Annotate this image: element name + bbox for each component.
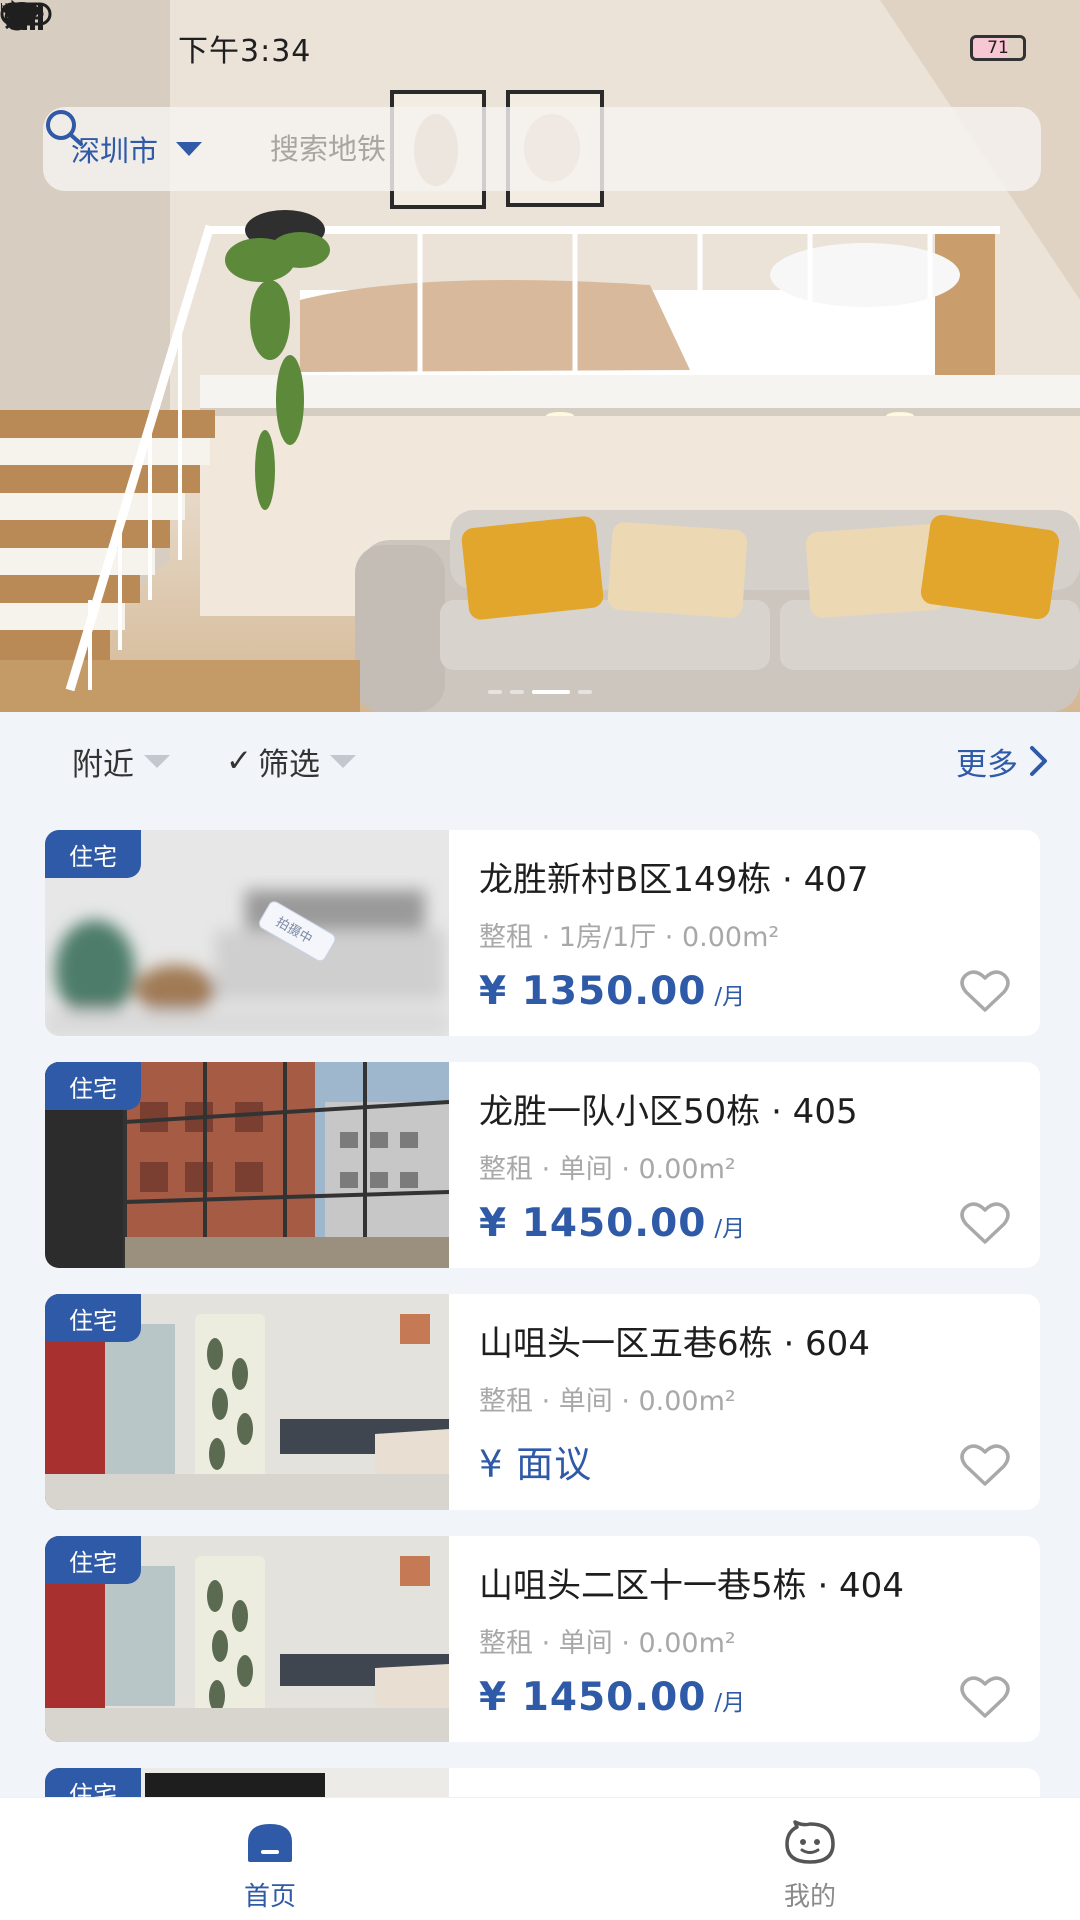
listing-photo: 拍摄中 住宅 bbox=[45, 830, 449, 1036]
listing-title: 龙胜新村B区149栋 · 407 bbox=[479, 860, 869, 900]
battery-icon: 71 bbox=[970, 35, 1026, 61]
nearby-label: 附近 bbox=[72, 746, 134, 783]
home-icon bbox=[248, 1824, 292, 1862]
heart-icon[interactable] bbox=[960, 1442, 1010, 1488]
listing-details: 整租 · 单间 · 0.00m² bbox=[479, 1628, 736, 1659]
hero-banner[interactable]: 下午3:34 HD HD 71 bbox=[0, 0, 1080, 712]
search-button[interactable] bbox=[46, 110, 1013, 173]
listing-details: 整租 · 单间 · 0.00m² bbox=[479, 1154, 736, 1185]
banner-pagination bbox=[0, 690, 1080, 694]
price-amount: ¥ 面议 bbox=[479, 1443, 593, 1486]
nearby-filter[interactable]: 附近 bbox=[72, 739, 170, 784]
listing-details: 整租 · 单间 · 0.00m² bbox=[479, 1386, 736, 1417]
city-selector[interactable]: 深圳市 bbox=[71, 128, 203, 170]
listing-card[interactable]: 住宅 龙胜一队小区50栋 · 405 整租 · 单间 · 0.00m² ¥ 14… bbox=[45, 1062, 1040, 1268]
listing-info: 山咀头二区十一巷5栋 · 404 整租 · 单间 · 0.00m² ¥ 1450… bbox=[449, 1536, 1040, 1742]
price-unit: /月 bbox=[714, 1216, 746, 1242]
listing-card[interactable]: 拍摄中 住宅 龙胜新村B区149栋 · 407 整租 · 1房/1厅 · 0.0… bbox=[45, 830, 1040, 1036]
filter-dropdown[interactable]: ✓ 筛选 bbox=[226, 739, 356, 784]
tab-home-label: 首页 bbox=[243, 1882, 296, 1912]
listing-title: 山咀头一区五巷6栋 · 604 bbox=[479, 1324, 870, 1364]
tab-home[interactable]: 首页 bbox=[0, 1798, 540, 1920]
listing-type-badge: 住宅 bbox=[45, 1536, 141, 1584]
listing-info: 山咀头一区五巷6栋 · 604 整租 · 单间 · 0.00m² ¥ 面议 bbox=[449, 1294, 1040, 1510]
listing-price: ¥ 1450.00 /月 bbox=[479, 1675, 745, 1720]
price-unit: /月 bbox=[714, 984, 746, 1010]
caret-down-icon bbox=[329, 754, 356, 768]
status-bar: 下午3:34 HD HD 71 bbox=[0, 0, 1080, 96]
listing-type-badge: 住宅 bbox=[45, 830, 141, 878]
price-amount: ¥ 1350.00 bbox=[479, 969, 707, 1014]
price-amount: ¥ 1450.00 bbox=[479, 1201, 707, 1246]
search-bar: 深圳市 bbox=[43, 107, 1041, 191]
price-amount: ¥ 1450.00 bbox=[479, 1675, 707, 1720]
listing-photo: 住宅 bbox=[45, 1062, 449, 1268]
check-icon: ✓ bbox=[226, 743, 252, 779]
bottom-tab-bar: 首页 我的 bbox=[0, 1797, 1080, 1920]
listing-title: 龙胜一队小区50栋 · 405 bbox=[479, 1092, 858, 1132]
listing-type-badge: 住宅 bbox=[45, 1062, 141, 1110]
listing-type-badge: 住宅 bbox=[45, 1294, 141, 1342]
tab-profile-label: 我的 bbox=[783, 1882, 836, 1912]
more-label: 更多 bbox=[956, 746, 1018, 783]
listing-photo: 住宅 bbox=[45, 1536, 449, 1742]
heart-icon[interactable] bbox=[960, 1200, 1010, 1246]
listing-photo: 住宅 bbox=[45, 1294, 449, 1510]
heart-icon[interactable] bbox=[960, 1674, 1010, 1720]
heart-icon[interactable] bbox=[960, 968, 1010, 1014]
listing-card[interactable]: 住宅 山咀头二区十一巷5栋 · 404 整租 · 单间 · 0.00m² ¥ 1… bbox=[45, 1536, 1040, 1742]
search-icon bbox=[46, 110, 83, 146]
caret-down-icon bbox=[176, 142, 203, 156]
listing-card[interactable]: 住宅 山咀头一区五巷6栋 · 604 整租 · 单间 · 0.00m² ¥ 面议 bbox=[45, 1294, 1040, 1510]
listing-price: ¥ 1450.00 /月 bbox=[479, 1201, 745, 1246]
pagination-dot bbox=[510, 690, 524, 694]
tab-profile[interactable]: 我的 bbox=[540, 1798, 1080, 1920]
profile-face-icon bbox=[785, 1820, 835, 1864]
listing-title: 山咀头二区十一巷5栋 · 404 bbox=[479, 1566, 904, 1606]
filter-label: 筛选 bbox=[257, 746, 320, 783]
status-time: 下午3:34 bbox=[178, 34, 312, 69]
chevron-right-icon bbox=[1030, 746, 1047, 776]
listing-list: 拍摄中 住宅 龙胜新村B区149栋 · 407 整租 · 1房/1厅 · 0.0… bbox=[45, 830, 1040, 1920]
more-button[interactable]: 更多 bbox=[956, 739, 1050, 784]
search-input[interactable] bbox=[270, 132, 965, 166]
filter-bar: 附近 ✓ 筛选 更多 bbox=[0, 712, 1080, 810]
listing-info: 龙胜一队小区50栋 · 405 整租 · 单间 · 0.00m² ¥ 1450.… bbox=[449, 1062, 1040, 1268]
listing-details: 整租 · 1房/1厅 · 0.00m² bbox=[479, 922, 780, 953]
price-unit: /月 bbox=[714, 1690, 746, 1716]
caret-down-icon bbox=[144, 754, 170, 768]
listing-price: ¥ 面议 bbox=[479, 1434, 600, 1488]
status-icons: HD HD 71 bbox=[0, 0, 1040, 61]
pagination-dot-active bbox=[532, 690, 570, 694]
listing-price: ¥ 1350.00 /月 bbox=[479, 969, 745, 1014]
listing-info: 龙胜新村B区149栋 · 407 整租 · 1房/1厅 · 0.00m² ¥ 1… bbox=[449, 830, 1040, 1036]
pagination-dot bbox=[578, 690, 592, 694]
pagination-dot bbox=[488, 690, 502, 694]
